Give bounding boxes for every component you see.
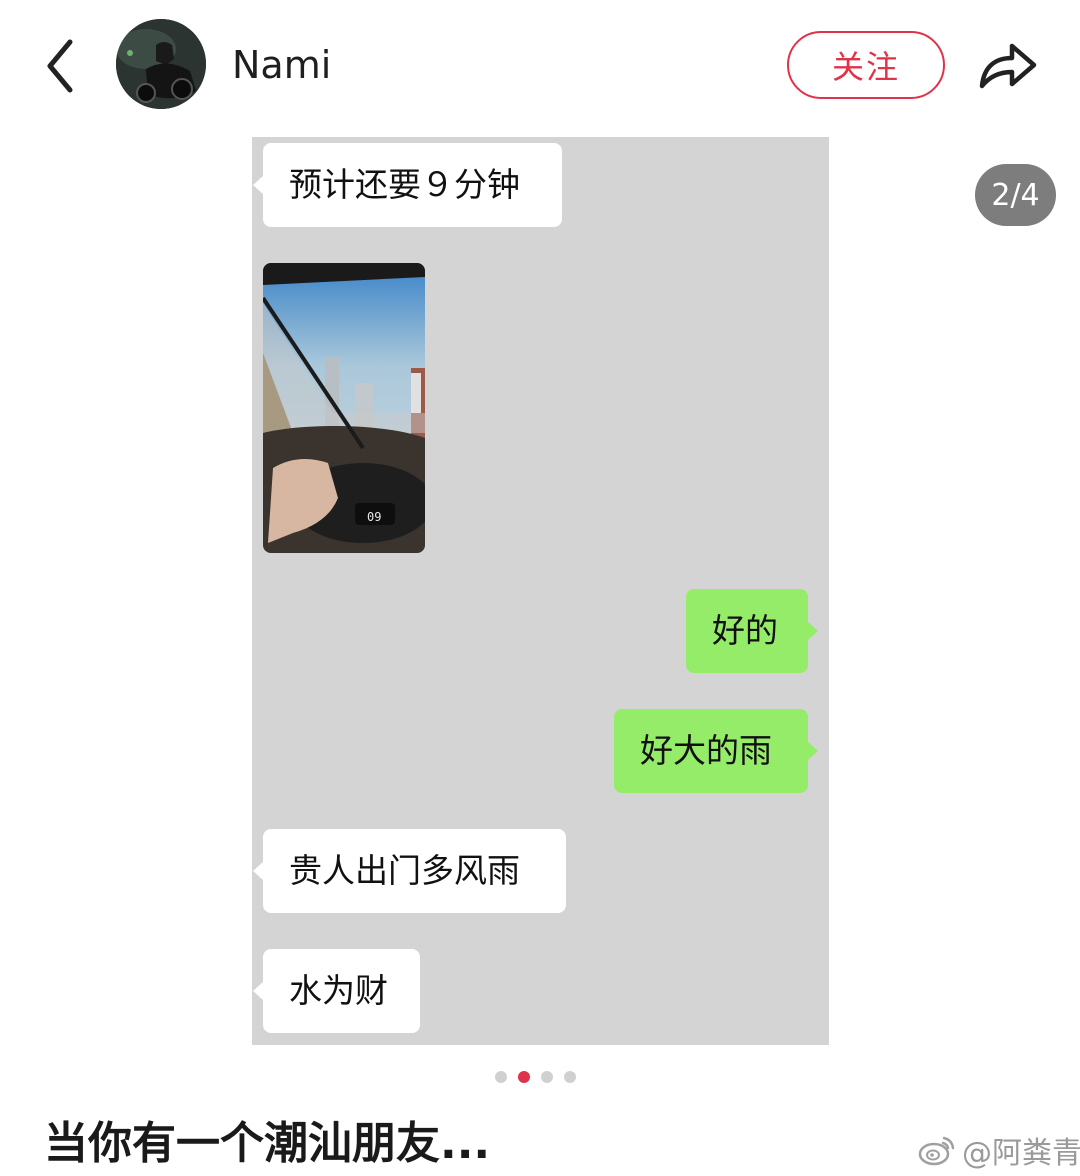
chat-message-incoming: 预计还要９分钟 (253, 143, 562, 227)
page-dot-active[interactable] (518, 1071, 530, 1083)
watermark: @阿粪青 (918, 1128, 1080, 1172)
page-dot[interactable] (495, 1071, 507, 1083)
follow-button[interactable]: 关注 (787, 31, 945, 99)
dashboard-readout: 09 (367, 510, 381, 524)
chat-image-message[interactable]: 09 (263, 263, 425, 553)
chat-message-outgoing: 好的 (686, 589, 818, 673)
message-text: 贵人出门多风雨 (289, 851, 520, 890)
weibo-logo-icon (918, 1136, 955, 1166)
chat-message-incoming: 贵人出门多风雨 (253, 829, 566, 913)
pagination-dots (495, 1071, 576, 1083)
post-title: 当你有一个潮汕朋友... (44, 1118, 491, 1169)
message-text: 好的 (712, 611, 778, 650)
back-chevron-icon[interactable] (38, 36, 86, 96)
share-arrow-icon[interactable] (976, 36, 1038, 94)
driving-photo-icon: 09 (263, 263, 425, 553)
page-dot[interactable] (564, 1071, 576, 1083)
chat-message-outgoing: 好大的雨 (614, 709, 818, 793)
watermark-text: @阿粪青 (962, 1136, 1080, 1171)
avatar[interactable] (116, 19, 206, 109)
page-dot[interactable] (541, 1071, 553, 1083)
chat-screenshot[interactable]: 预计还要９分钟 09 好的 好大的雨 贵人出门多风雨 水为财 (252, 137, 829, 1045)
message-text: 水为财 (289, 971, 388, 1010)
username[interactable]: Nami (232, 40, 331, 90)
image-counter: 2/4 (975, 164, 1056, 226)
message-text: 好大的雨 (640, 731, 772, 770)
chat-message-incoming: 水为财 (253, 949, 420, 1033)
message-text: 预计还要９分钟 (289, 165, 520, 204)
